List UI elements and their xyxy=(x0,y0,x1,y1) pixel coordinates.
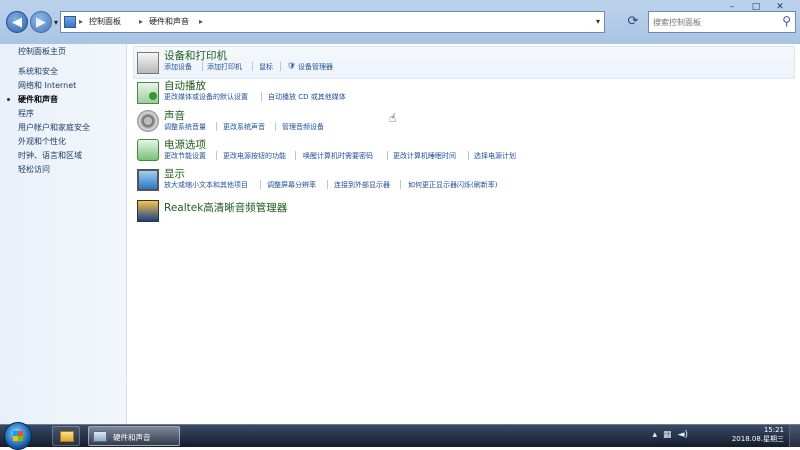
link-text-size[interactable]: 放大或缩小文本和其他项目 xyxy=(164,180,248,190)
link-separator xyxy=(327,180,328,189)
link-separator xyxy=(468,151,469,160)
link-refresh-rate[interactable]: 如何更正显示器闪烁(刷新率) xyxy=(408,180,497,190)
link-screen-resolution[interactable]: 调整屏幕分辨率 xyxy=(267,180,316,190)
link-separator xyxy=(400,180,401,189)
link-power-button[interactable]: 更改电源按钮的功能 xyxy=(223,151,286,161)
category-realtek-audio[interactable]: Realtek高清晰音频管理器 xyxy=(164,200,287,215)
network-icon[interactable]: ▦ xyxy=(663,429,672,441)
link-device-manager[interactable]: 设备管理器 xyxy=(298,62,333,72)
volume-icon[interactable]: ◄) xyxy=(678,429,688,441)
display-icon[interactable] xyxy=(137,169,159,191)
autoplay-icon[interactable] xyxy=(137,82,159,104)
link-separator xyxy=(216,122,217,131)
nav-user-accounts[interactable]: 用户帐户和家庭安全 xyxy=(18,122,90,133)
current-item-bullet xyxy=(7,98,10,101)
clock-date: 2018.08.星期三 xyxy=(731,435,784,443)
nav-network-internet[interactable]: 网络和 Internet xyxy=(18,80,76,91)
category-sound[interactable]: 声音 xyxy=(164,108,185,123)
link-adjust-volume[interactable]: 调整系统音量 xyxy=(164,122,206,132)
minimize-button[interactable]: – xyxy=(720,0,744,15)
recent-pages-dropdown[interactable]: ▾ xyxy=(54,18,58,27)
link-mouse[interactable]: 鼠标 xyxy=(259,62,273,72)
tray-expand-icon[interactable]: ▴ xyxy=(653,429,658,441)
breadcrumb-hardware-sound[interactable]: 硬件和声音 xyxy=(149,12,189,32)
nav-control-panel-home[interactable]: 控制面板主页 xyxy=(18,46,66,57)
link-change-default-media[interactable]: 更改媒体或设备的默认设置 xyxy=(164,92,248,102)
search-input[interactable] xyxy=(653,15,773,29)
category-devices-printers[interactable]: 设备和打印机 xyxy=(164,48,227,63)
category-display[interactable]: 显示 xyxy=(164,166,185,181)
maximize-button[interactable]: □ xyxy=(744,0,768,15)
link-separator xyxy=(261,92,262,101)
link-sleep-time[interactable]: 更改计算机睡眠时间 xyxy=(393,151,456,161)
clock-time: 15:21 xyxy=(763,426,784,434)
windows-logo-icon xyxy=(13,431,23,441)
nav-hardware-sound: 硬件和声音 xyxy=(18,95,58,104)
link-separator xyxy=(280,62,281,71)
link-separator xyxy=(260,180,261,189)
link-power-saving[interactable]: 更改节能设置 xyxy=(164,151,206,161)
control-panel-icon xyxy=(64,16,76,28)
link-autoplay-cd[interactable]: 自动播放 CD 或其他媒体 xyxy=(268,92,346,102)
control-panel-window-icon xyxy=(93,431,107,442)
link-choose-plan[interactable]: 选择电源计划 xyxy=(474,151,516,161)
link-add-device[interactable]: 添加设备 xyxy=(164,62,192,72)
forward-button[interactable]: ▶ xyxy=(30,11,52,33)
show-desktop-button[interactable] xyxy=(789,425,800,447)
system-tray: ▴ ▦ ◄) xyxy=(653,429,688,441)
left-nav-pane: 控制面板主页 系统和安全 网络和 Internet 硬件和声音 程序 用户帐户和… xyxy=(0,44,127,424)
nav-system-security[interactable]: 系统和安全 xyxy=(18,66,58,77)
taskbar-explorer-button[interactable] xyxy=(52,426,80,446)
link-wake-password[interactable]: 唤醒计算机时需要密码 xyxy=(303,151,373,161)
link-separator xyxy=(216,151,217,160)
refresh-button[interactable]: ⟳ xyxy=(622,12,644,32)
breadcrumb-separator[interactable]: ▸ xyxy=(139,12,143,32)
breadcrumb-control-panel[interactable]: 控制面板 xyxy=(89,12,121,32)
nav-clock-language-region[interactable]: 时钟、语言和区域 xyxy=(18,150,82,161)
folder-icon xyxy=(60,431,74,442)
window-controls: – □ ✕ xyxy=(720,0,792,15)
nav-ease-of-access[interactable]: 轻松访问 xyxy=(18,164,50,175)
search-icon[interactable]: ⚲ xyxy=(782,14,791,28)
taskbar-active-window[interactable]: 硬件和声音 xyxy=(88,426,180,446)
link-add-printer[interactable]: 添加打印机 xyxy=(207,62,242,72)
back-button[interactable]: ◀ xyxy=(6,11,28,33)
speaker-icon[interactable] xyxy=(137,110,159,132)
printer-icon[interactable] xyxy=(137,52,159,74)
taskbar: 硬件和声音 ▴ ▦ ◄) 15:21 2018.08.星期三 xyxy=(0,422,800,450)
address-dropdown-icon[interactable]: ▾ xyxy=(596,12,600,32)
clock[interactable]: 15:21 2018.08.星期三 xyxy=(714,426,784,444)
link-separator xyxy=(202,62,203,71)
close-button[interactable]: ✕ xyxy=(768,0,792,15)
taskbar-window-label: 硬件和声音 xyxy=(113,433,151,442)
title-bar: ◀ ▶ ▾ ▸ 控制面板 ▸ 硬件和声音 ▸ ▾ ⟳ ⚲ – □ ✕ xyxy=(0,0,800,45)
link-separator xyxy=(275,122,276,131)
breadcrumb-separator[interactable]: ▸ xyxy=(199,12,203,32)
link-change-sounds[interactable]: 更改系统声音 xyxy=(223,122,265,132)
link-external-display[interactable]: 连接到外部显示器 xyxy=(334,180,390,190)
category-autoplay[interactable]: 自动播放 xyxy=(164,78,206,93)
nav-programs[interactable]: 程序 xyxy=(18,108,34,119)
realtek-icon[interactable] xyxy=(137,200,159,222)
power-options-icon[interactable] xyxy=(137,139,159,161)
mouse-cursor-icon: ☝ xyxy=(389,111,397,125)
link-separator xyxy=(252,62,253,71)
breadcrumb-separator[interactable]: ▸ xyxy=(79,12,83,32)
link-separator xyxy=(295,151,296,160)
category-power-options[interactable]: 电源选项 xyxy=(164,137,206,152)
link-manage-audio-devices[interactable]: 管理音频设备 xyxy=(282,122,324,132)
shield-icon: 🛡 xyxy=(287,62,296,70)
link-separator xyxy=(387,151,388,160)
main-content: 设备和打印机 添加设备 添加打印机 鼠标 🛡 设备管理器 自动播放 更改媒体或设… xyxy=(127,44,800,424)
address-bar[interactable]: ▸ 控制面板 ▸ 硬件和声音 ▸ ▾ xyxy=(60,11,605,33)
nav-appearance[interactable]: 外观和个性化 xyxy=(18,136,66,147)
